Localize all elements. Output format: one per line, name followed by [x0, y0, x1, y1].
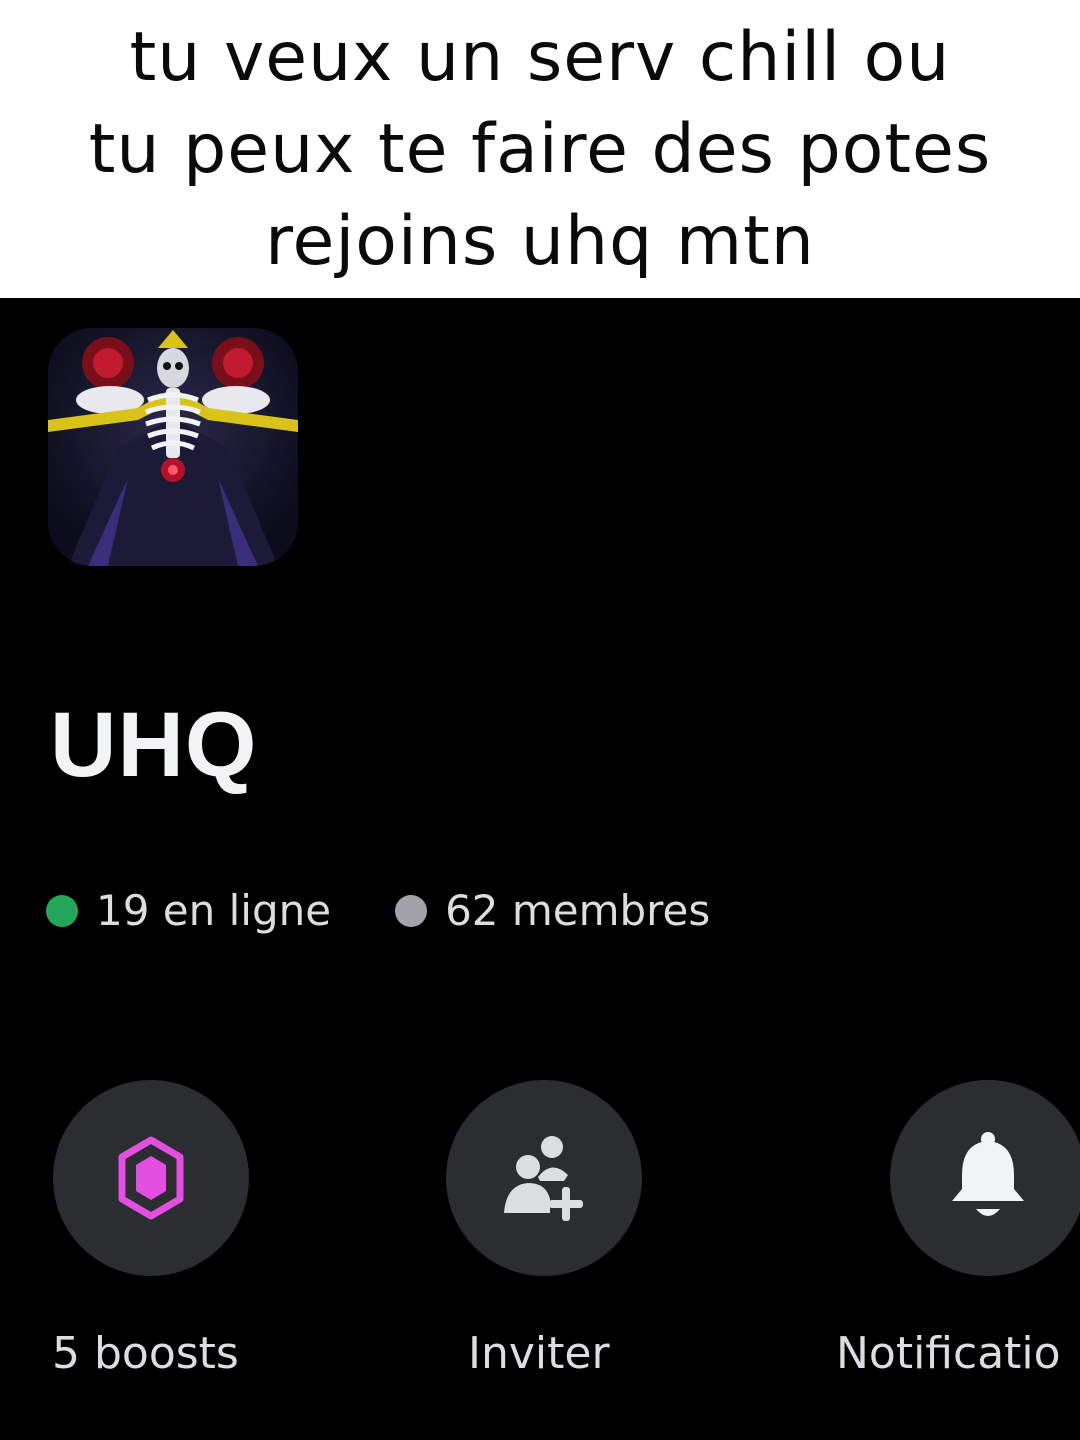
- invite-people-icon: [504, 1136, 583, 1221]
- server-info-screen: UHQ 19 en ligne 62 membres 5 boosts Invi…: [0, 298, 1080, 1440]
- caption-line-2: tu peux te faire des potes: [88, 110, 992, 189]
- notifications-label: Notificatio: [836, 1328, 1061, 1379]
- online-count-label: 19 en ligne: [96, 886, 332, 935]
- bell-icon: [952, 1132, 1024, 1216]
- boosts-label: 5 boosts: [52, 1328, 239, 1379]
- server-stats: 19 en ligne 62 membres: [46, 886, 710, 935]
- caption-banner: tu veux un serv chill ou tu peux te fair…: [0, 0, 1080, 298]
- member-status-icon: [395, 894, 428, 927]
- invite-label: Inviter: [468, 1328, 610, 1379]
- caption-line-1: tu veux un serv chill ou: [129, 18, 951, 97]
- notifications-button[interactable]: [890, 1080, 1080, 1276]
- server-name: UHQ: [50, 694, 258, 796]
- online-status-icon: [46, 894, 78, 927]
- invite-button[interactable]: [446, 1080, 642, 1276]
- boost-gem-icon: [118, 1136, 184, 1220]
- server-avatar-art: [48, 328, 298, 566]
- member-count-label: 62 membres: [445, 886, 711, 935]
- boosts-button[interactable]: [53, 1080, 249, 1276]
- member-count: 62 membres: [395, 886, 710, 935]
- server-avatar[interactable]: [48, 328, 298, 566]
- online-count: 19 en ligne: [46, 886, 331, 935]
- caption-line-3: rejoins uhq mtn: [265, 202, 815, 281]
